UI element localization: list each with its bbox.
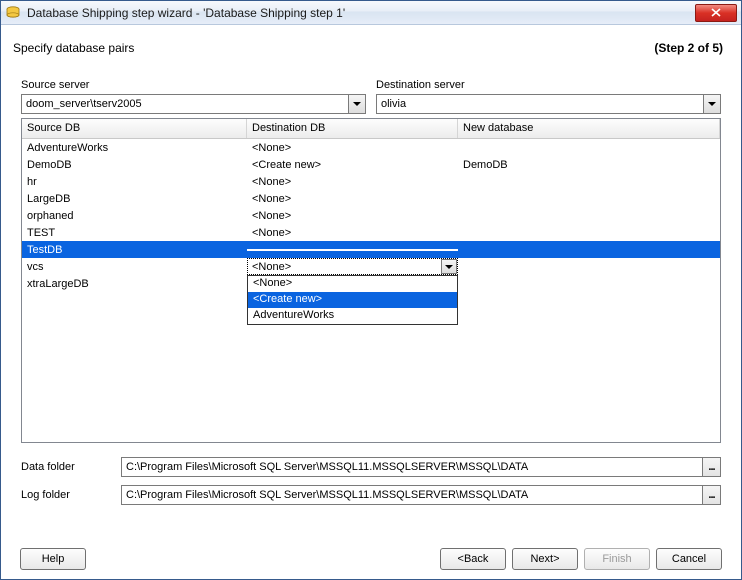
- log-folder-browse-button[interactable]: ...: [702, 486, 720, 504]
- finish-button: Finish: [584, 548, 650, 570]
- titlebar: Database Shipping step wizard - 'Databas…: [1, 1, 741, 25]
- destination-cell-dropdown-button[interactable]: [441, 259, 457, 274]
- window-title: Database Shipping step wizard - 'Databas…: [27, 6, 695, 20]
- cell-newdb: [458, 249, 720, 251]
- dropdown-option[interactable]: AdventureWorks: [248, 308, 457, 324]
- cell-destination[interactable]: <None>: [247, 226, 458, 240]
- log-folder-input[interactable]: C:\Program Files\Microsoft SQL Server\MS…: [121, 485, 721, 505]
- cell-source: DemoDB: [22, 158, 247, 172]
- cell-destination[interactable]: <None>: [247, 141, 458, 155]
- cell-destination[interactable]: [247, 249, 458, 251]
- table-row[interactable]: DemoDB<Create new>DemoDB: [22, 156, 720, 173]
- destination-server-dropdown-button[interactable]: [703, 95, 720, 113]
- step-indicator: (Step 2 of 5): [654, 41, 723, 55]
- close-icon: [711, 8, 721, 17]
- data-folder-browse-button[interactable]: ...: [702, 458, 720, 476]
- cell-source: LargeDB: [22, 192, 247, 206]
- page-instruction: Specify database pairs: [13, 41, 134, 55]
- chevron-down-icon: [708, 102, 716, 106]
- cell-source: orphaned: [22, 209, 247, 223]
- button-bar: Help <Back Next> Finish Cancel: [0, 548, 742, 570]
- destination-dropdown[interactable]: <None><Create new>AdventureWorks: [247, 275, 458, 325]
- destination-server-value: olivia: [377, 98, 703, 110]
- destination-cell-value: <None>: [248, 261, 441, 273]
- cell-source: vcs: [22, 260, 247, 274]
- destination-cell-editor[interactable]: <None>: [247, 258, 458, 275]
- cell-destination[interactable]: <None>: [247, 192, 458, 206]
- cancel-button[interactable]: Cancel: [656, 548, 722, 570]
- app-icon: [5, 5, 21, 21]
- table-row[interactable]: TEST<None>: [22, 224, 720, 241]
- cell-source: AdventureWorks: [22, 141, 247, 155]
- cell-newdb: [458, 181, 720, 183]
- close-button[interactable]: [695, 4, 737, 22]
- source-server-dropdown-button[interactable]: [348, 95, 365, 113]
- cell-newdb: DemoDB: [458, 158, 720, 172]
- column-header-destination[interactable]: Destination DB: [247, 119, 458, 138]
- table-row[interactable]: AdventureWorks<None>: [22, 139, 720, 156]
- destination-server-label: Destination server: [376, 79, 721, 91]
- dropdown-option[interactable]: <Create new>: [248, 292, 457, 308]
- log-folder-value: C:\Program Files\Microsoft SQL Server\MS…: [122, 489, 702, 501]
- source-server-combo[interactable]: doom_server\tserv2005: [21, 94, 366, 114]
- cell-newdb: [458, 232, 720, 234]
- log-folder-label: Log folder: [21, 489, 121, 501]
- cell-newdb: [458, 198, 720, 200]
- cell-source: TEST: [22, 226, 247, 240]
- column-header-newdb[interactable]: New database: [458, 119, 720, 138]
- chevron-down-icon: [353, 102, 361, 106]
- next-button[interactable]: Next>: [512, 548, 578, 570]
- database-pairs-grid[interactable]: Source DB Destination DB New database Ad…: [21, 118, 721, 443]
- cell-destination[interactable]: <Create new>: [247, 158, 458, 172]
- destination-server-combo[interactable]: olivia: [376, 94, 721, 114]
- source-server-label: Source server: [21, 79, 366, 91]
- table-row[interactable]: LargeDB<None>: [22, 190, 720, 207]
- cell-source: hr: [22, 175, 247, 189]
- cell-destination[interactable]: <None>: [247, 209, 458, 223]
- cell-newdb: [458, 147, 720, 149]
- help-button[interactable]: Help: [20, 548, 86, 570]
- table-row[interactable]: TestDB: [22, 241, 720, 258]
- column-header-source[interactable]: Source DB: [22, 119, 247, 138]
- cell-newdb: [458, 266, 720, 268]
- grid-header: Source DB Destination DB New database: [22, 119, 720, 139]
- cell-source: TestDB: [22, 243, 247, 257]
- back-button[interactable]: <Back: [440, 548, 506, 570]
- source-server-value: doom_server\tserv2005: [22, 98, 348, 110]
- table-row[interactable]: hr<None>: [22, 173, 720, 190]
- data-folder-value: C:\Program Files\Microsoft SQL Server\MS…: [122, 461, 702, 473]
- data-folder-label: Data folder: [21, 461, 121, 473]
- chevron-down-icon: [445, 265, 453, 269]
- table-row[interactable]: orphaned<None>: [22, 207, 720, 224]
- cell-newdb: [458, 215, 720, 217]
- cell-destination[interactable]: <None>: [247, 175, 458, 189]
- data-folder-input[interactable]: C:\Program Files\Microsoft SQL Server\MS…: [121, 457, 721, 477]
- cell-source: xtraLargeDB: [22, 277, 247, 291]
- dropdown-option[interactable]: <None>: [248, 276, 457, 292]
- cell-newdb: [458, 283, 720, 285]
